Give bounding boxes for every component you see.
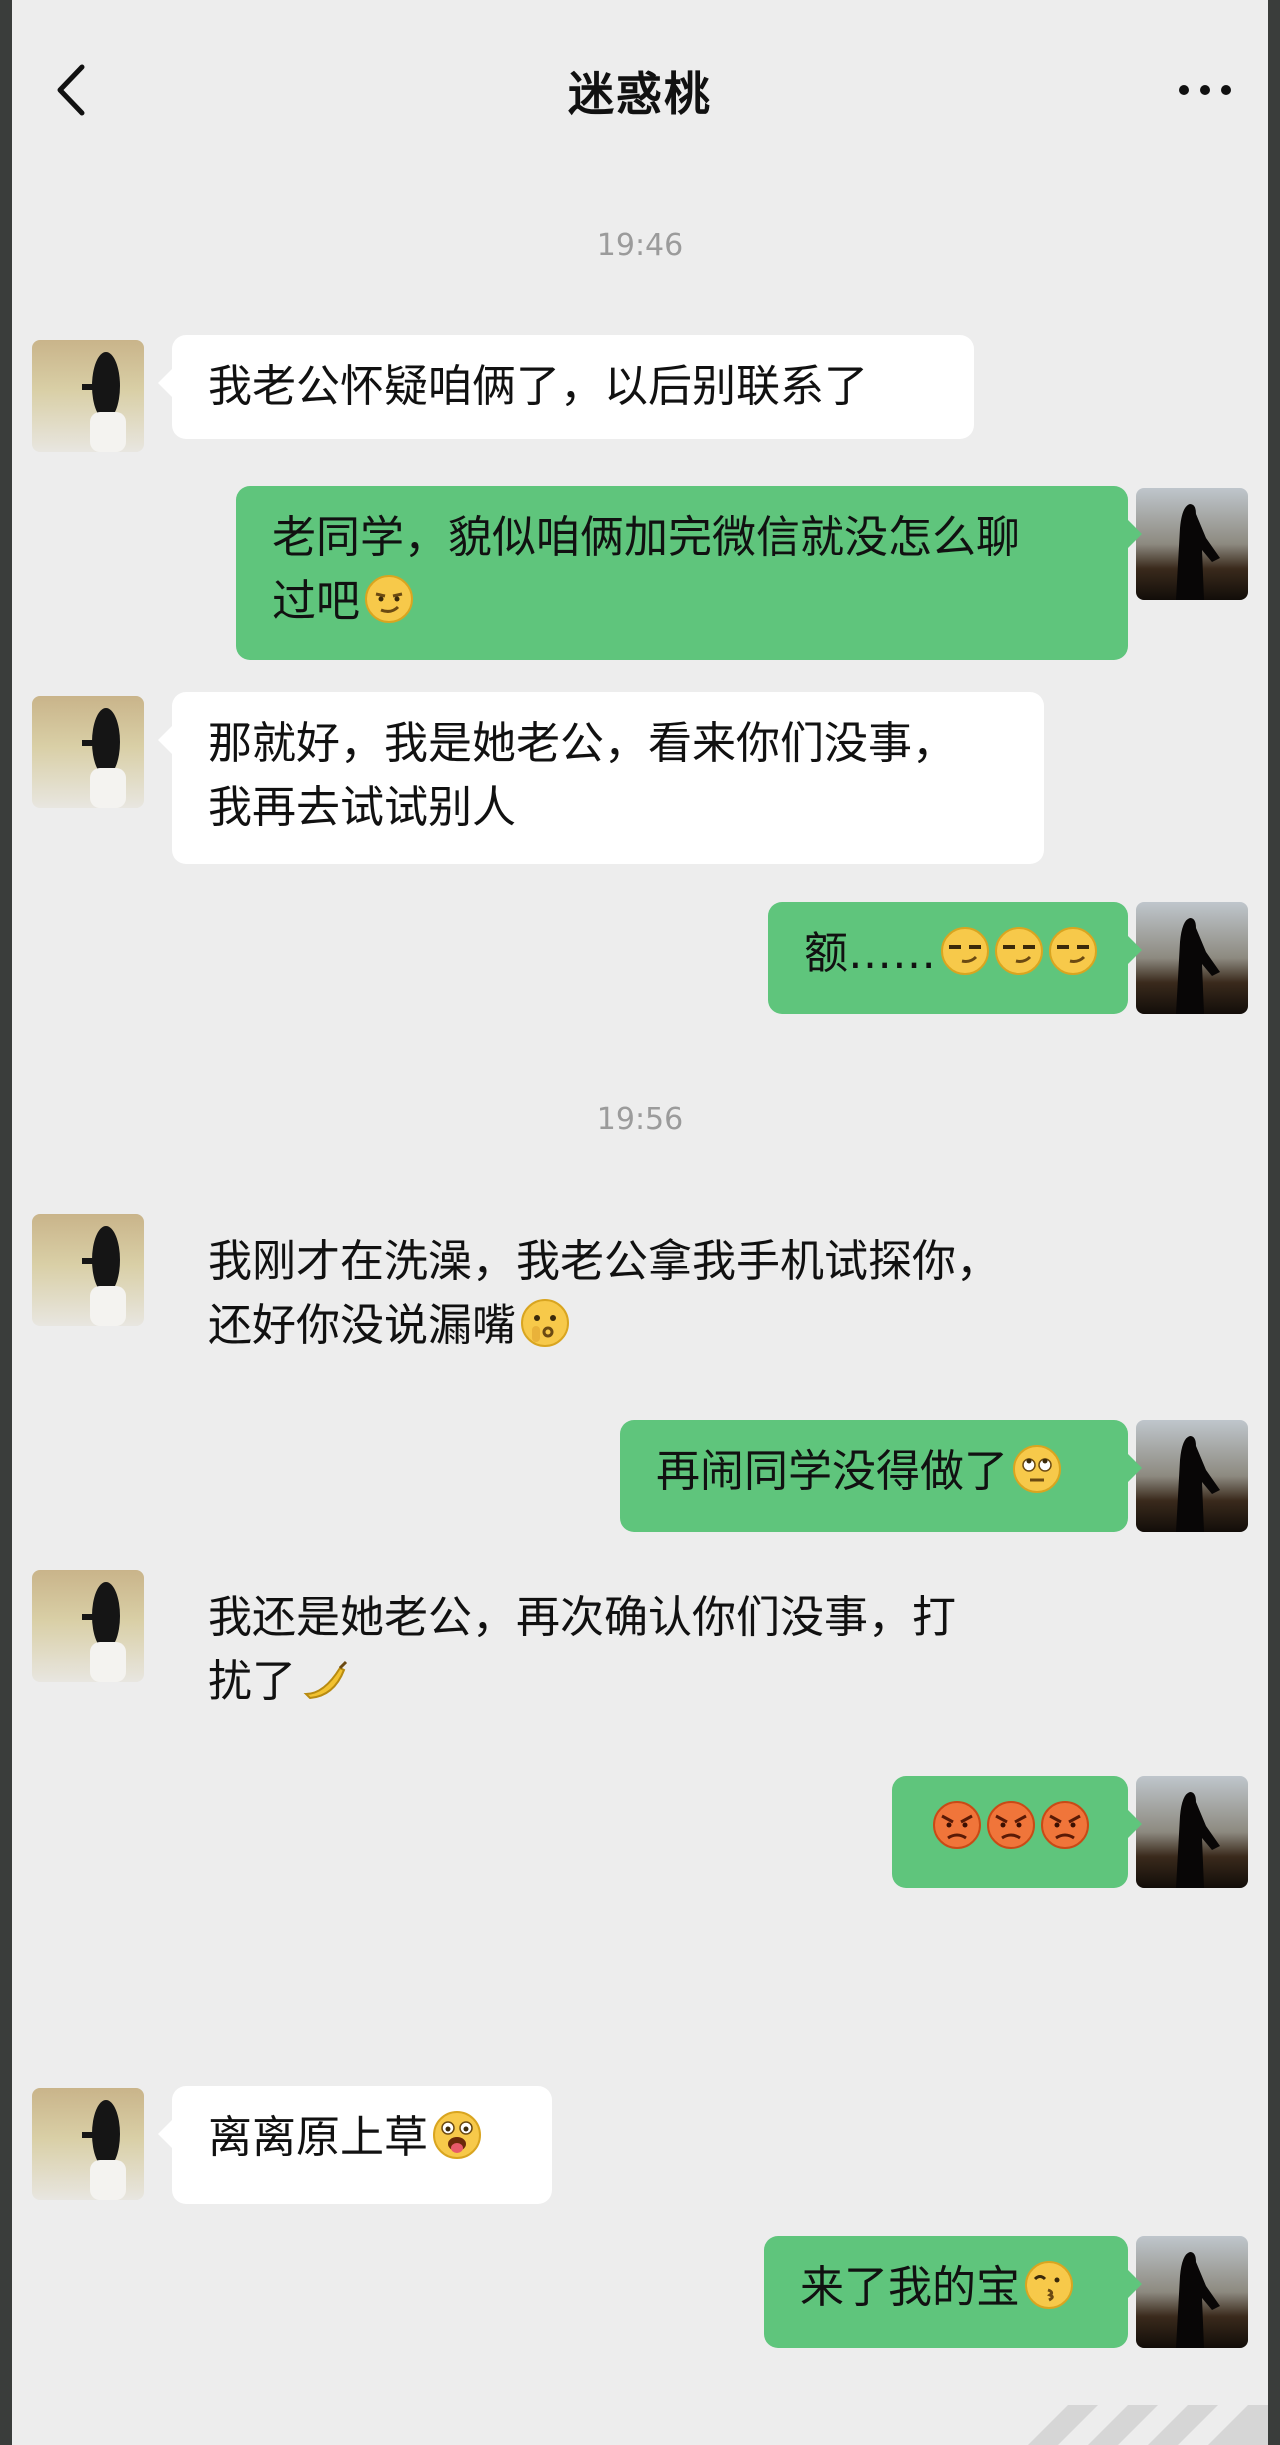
sly-emoji-icon <box>994 926 1044 976</box>
message-text: 额…… <box>804 928 936 979</box>
message-text-line: 老同学，貌似咱俩加完微信就没怎么聊 <box>272 512 1020 563</box>
contact-avatar[interactable] <box>32 1570 144 1682</box>
sly-emoji-icon <box>1048 926 1098 976</box>
contact-avatar[interactable] <box>32 1214 144 1326</box>
my-avatar[interactable] <box>1136 2236 1248 2348</box>
message-bubble-incoming[interactable]: 我刚才在洗澡，我老公拿我手机试探你， 还好你没说漏嘴 <box>172 1210 1092 1382</box>
message-bubble-outgoing[interactable]: 额…… <box>768 902 1142 1014</box>
shush-emoji-icon <box>520 1298 570 1348</box>
message-text: 来了我的宝 <box>800 2262 1020 2313</box>
contact-avatar[interactable] <box>32 696 144 808</box>
message-bubble-incoming[interactable]: 我老公怀疑咱俩了，以后别联系了 <box>158 335 974 439</box>
message-text: 我老公怀疑咱俩了，以后别联系了 <box>208 361 868 412</box>
banana-emoji-icon <box>300 1654 350 1704</box>
message-text: 再闹同学没得做了 <box>656 1446 1008 1497</box>
timestamp: 19:56 <box>596 1102 684 1137</box>
message-text-line: 扰了 <box>208 1656 296 1707</box>
message-bubble-outgoing[interactable]: 再闹同学没得做了 <box>620 1420 1142 1532</box>
message-text-line: 我刚才在洗澡，我老公拿我手机试探你， <box>208 1236 1000 1287</box>
my-avatar[interactable] <box>1136 902 1248 1014</box>
message-bubble-outgoing[interactable]: 来了我的宝 <box>764 2236 1142 2348</box>
smirk-emoji-icon <box>364 574 414 624</box>
eye-roll-emoji-icon <box>1012 1444 1062 1494</box>
tongue-emoji-icon <box>432 2110 482 2160</box>
timestamp: 19:46 <box>596 228 684 263</box>
angry-emoji-icon <box>986 1800 1036 1850</box>
chat-header: 迷惑桃 <box>12 0 1268 180</box>
my-avatar[interactable] <box>1136 488 1248 600</box>
more-options-button[interactable] <box>1170 70 1240 110</box>
corner-watermark <box>1028 2405 1268 2445</box>
chat-screen: 迷惑桃 19:46 我老公怀疑咱俩了，以后别联系了 老同学，貌似咱俩加完微信就没… <box>12 0 1268 2445</box>
contact-avatar[interactable] <box>32 340 144 452</box>
contact-avatar[interactable] <box>32 2088 144 2200</box>
kiss-emoji-icon <box>1024 2260 1074 2310</box>
sly-emoji-icon <box>940 926 990 976</box>
angry-emoji-icon <box>1040 1800 1090 1850</box>
message-text: 离离原上草 <box>208 2112 428 2163</box>
more-dots-icon <box>1179 85 1231 95</box>
message-text-line: 还好你没说漏嘴 <box>208 1300 516 1351</box>
message-bubble-incoming[interactable]: 那就好，我是她老公，看来你们没事， 我再去试试别人 <box>158 692 1044 864</box>
message-text-line: 我还是她老公，再次确认你们没事，打 <box>208 1592 956 1643</box>
message-bubble-outgoing[interactable]: 老同学，貌似咱俩加完微信就没怎么聊 过吧 <box>236 486 1142 660</box>
message-bubble-incoming[interactable]: 离离原上草 <box>158 2086 552 2204</box>
message-bubble-outgoing[interactable] <box>892 1776 1142 1888</box>
message-text-line: 过吧 <box>272 576 360 627</box>
chat-title: 迷惑桃 <box>568 67 712 121</box>
my-avatar[interactable] <box>1136 1776 1248 1888</box>
my-avatar[interactable] <box>1136 1420 1248 1532</box>
angry-emoji-icon <box>932 1800 982 1850</box>
message-text-line: 那就好，我是她老公，看来你们没事， <box>208 718 956 769</box>
message-bubble-incoming[interactable]: 我还是她老公，再次确认你们没事，打 扰了 <box>172 1566 1072 1738</box>
message-text-line: 我再去试试别人 <box>208 782 516 833</box>
